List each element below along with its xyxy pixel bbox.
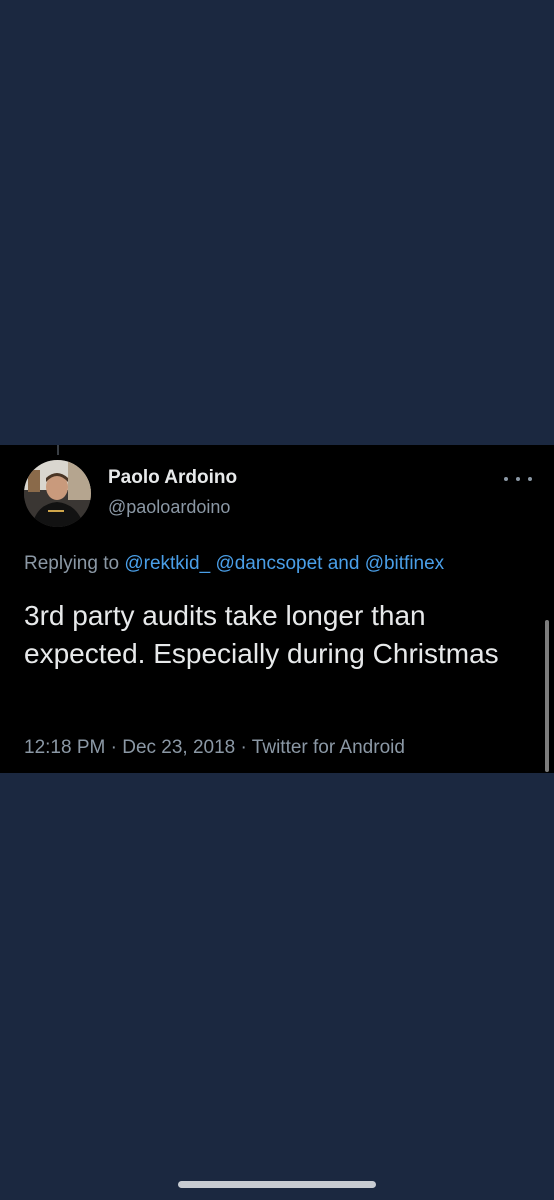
replying-to-label: Replying to	[24, 553, 120, 574]
display-name[interactable]: Paolo Ardoino	[108, 467, 237, 489]
tweet-date[interactable]: Dec 23, 2018	[122, 737, 235, 758]
home-indicator[interactable]	[178, 1181, 376, 1188]
more-options-icon[interactable]	[504, 467, 532, 491]
tweet-metadata: 12:18 PM · Dec 23, 2018 · Twitter for An…	[24, 737, 405, 759]
scrollbar[interactable]	[545, 620, 549, 772]
mention-dancsopet[interactable]: @dancsopet	[215, 553, 322, 574]
meta-separator: ·	[110, 737, 117, 758]
tweet-time[interactable]: 12:18 PM	[24, 737, 105, 758]
replying-to-line: Replying to @rektkid_ @dancsopet and @bi…	[24, 553, 444, 575]
tweet-source[interactable]: Twitter for Android	[252, 737, 405, 758]
mention-joiner: and	[327, 553, 360, 574]
avatar[interactable]	[24, 460, 91, 527]
tweet-card[interactable]: Paolo Ardoino @paoloardoino Replying to …	[0, 445, 554, 773]
tweet-text: 3rd party audits take longer than expect…	[24, 600, 499, 669]
thread-connector-line	[57, 445, 59, 455]
user-handle[interactable]: @paoloardoino	[108, 497, 230, 518]
mention-bitfinex[interactable]: @bitfinex	[365, 553, 445, 574]
meta-separator: ·	[240, 737, 247, 758]
mention-rektkid[interactable]: @rektkid_	[124, 553, 210, 574]
screen: Paolo Ardoino @paoloardoino Replying to …	[0, 0, 554, 1200]
avatar-image	[24, 460, 91, 527]
